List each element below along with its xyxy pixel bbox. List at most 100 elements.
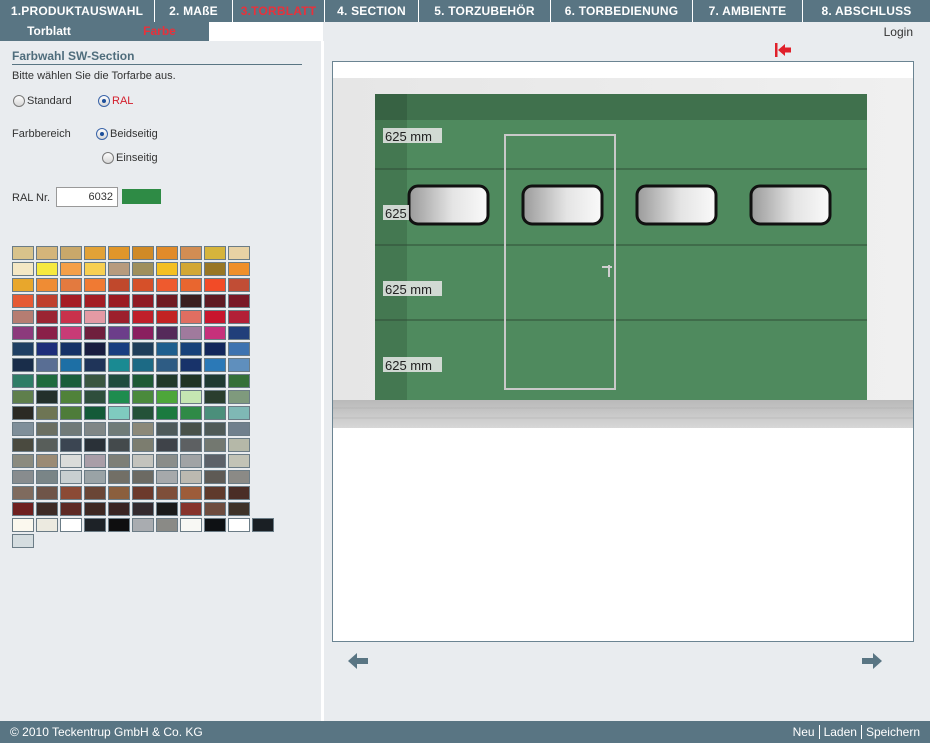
color-swatch[interactable] bbox=[204, 294, 226, 308]
color-swatch[interactable] bbox=[132, 422, 154, 436]
color-swatch[interactable] bbox=[12, 486, 34, 500]
color-swatch[interactable] bbox=[108, 262, 130, 276]
color-swatch[interactable] bbox=[108, 326, 130, 340]
color-swatch[interactable] bbox=[180, 374, 202, 388]
color-swatch[interactable] bbox=[108, 486, 130, 500]
color-swatch[interactable] bbox=[12, 294, 34, 308]
step-tab-1[interactable]: 1.PRODUKTAUSWAHL bbox=[0, 0, 155, 22]
color-swatch[interactable] bbox=[36, 326, 58, 340]
color-swatch[interactable] bbox=[132, 358, 154, 372]
step-tab-3[interactable]: 3.TORBLATT bbox=[233, 0, 325, 22]
color-swatch[interactable] bbox=[156, 454, 178, 468]
color-swatch[interactable] bbox=[156, 358, 178, 372]
color-swatch[interactable] bbox=[60, 262, 82, 276]
color-swatch[interactable] bbox=[84, 246, 106, 260]
color-swatch[interactable] bbox=[84, 422, 106, 436]
color-swatch[interactable] bbox=[36, 374, 58, 388]
tab-farbe[interactable]: Farbe bbox=[110, 22, 209, 41]
color-swatch[interactable] bbox=[156, 518, 178, 532]
color-swatch[interactable] bbox=[228, 454, 250, 468]
color-swatch[interactable] bbox=[252, 518, 274, 532]
color-swatch[interactable] bbox=[12, 438, 34, 452]
color-swatch[interactable] bbox=[12, 342, 34, 356]
color-swatch[interactable] bbox=[132, 374, 154, 388]
color-swatch[interactable] bbox=[84, 278, 106, 292]
color-swatch[interactable] bbox=[156, 390, 178, 404]
color-swatch[interactable] bbox=[36, 422, 58, 436]
color-swatch[interactable] bbox=[108, 422, 130, 436]
color-swatch[interactable] bbox=[84, 262, 106, 276]
color-swatch[interactable] bbox=[36, 342, 58, 356]
color-swatch[interactable] bbox=[108, 454, 130, 468]
step-tab-8[interactable]: 8. ABSCHLUSS bbox=[803, 0, 930, 22]
color-swatch[interactable] bbox=[60, 518, 82, 532]
color-swatch[interactable] bbox=[156, 246, 178, 260]
color-swatch[interactable] bbox=[132, 342, 154, 356]
color-swatch[interactable] bbox=[228, 294, 250, 308]
color-swatch[interactable] bbox=[36, 486, 58, 500]
color-swatch[interactable] bbox=[156, 326, 178, 340]
color-swatch[interactable] bbox=[228, 406, 250, 420]
color-swatch[interactable] bbox=[228, 358, 250, 372]
color-swatch[interactable] bbox=[204, 486, 226, 500]
color-swatch[interactable] bbox=[132, 390, 154, 404]
color-swatch[interactable] bbox=[228, 310, 250, 324]
color-swatch[interactable] bbox=[12, 262, 34, 276]
color-swatch[interactable] bbox=[84, 342, 106, 356]
color-swatch[interactable] bbox=[36, 358, 58, 372]
ral-number-input[interactable] bbox=[56, 187, 118, 207]
color-swatch[interactable] bbox=[228, 262, 250, 276]
color-swatch[interactable] bbox=[84, 518, 106, 532]
color-swatch[interactable] bbox=[108, 406, 130, 420]
radio-beidseitig[interactable]: Beidseitig bbox=[96, 128, 158, 140]
color-swatch[interactable] bbox=[204, 406, 226, 420]
neu-link[interactable]: Neu bbox=[789, 725, 819, 739]
color-swatch[interactable] bbox=[180, 518, 202, 532]
color-swatch[interactable] bbox=[180, 294, 202, 308]
color-swatch[interactable] bbox=[132, 326, 154, 340]
color-swatch[interactable] bbox=[180, 406, 202, 420]
color-swatch[interactable] bbox=[180, 390, 202, 404]
step-tab-2[interactable]: 2. MAßE bbox=[155, 0, 233, 22]
color-swatch[interactable] bbox=[84, 310, 106, 324]
color-swatch[interactable] bbox=[180, 454, 202, 468]
color-swatch[interactable] bbox=[132, 294, 154, 308]
color-swatch[interactable] bbox=[36, 390, 58, 404]
color-swatch[interactable] bbox=[228, 246, 250, 260]
color-swatch[interactable] bbox=[132, 438, 154, 452]
color-swatch[interactable] bbox=[156, 406, 178, 420]
color-swatch[interactable] bbox=[60, 470, 82, 484]
color-swatch[interactable] bbox=[228, 374, 250, 388]
color-swatch[interactable] bbox=[60, 294, 82, 308]
color-swatch[interactable] bbox=[84, 486, 106, 500]
color-swatch[interactable] bbox=[228, 438, 250, 452]
color-swatch[interactable] bbox=[228, 390, 250, 404]
color-swatch[interactable] bbox=[60, 454, 82, 468]
color-swatch[interactable] bbox=[156, 278, 178, 292]
color-swatch[interactable] bbox=[60, 374, 82, 388]
color-swatch[interactable] bbox=[204, 518, 226, 532]
color-swatch[interactable] bbox=[156, 262, 178, 276]
color-swatch[interactable] bbox=[228, 502, 250, 516]
color-swatch[interactable] bbox=[180, 422, 202, 436]
color-swatch[interactable] bbox=[12, 470, 34, 484]
color-swatch[interactable] bbox=[108, 278, 130, 292]
color-swatch[interactable] bbox=[36, 502, 58, 516]
color-swatch[interactable] bbox=[180, 278, 202, 292]
color-swatch[interactable] bbox=[36, 310, 58, 324]
color-swatch[interactable] bbox=[228, 326, 250, 340]
color-swatch[interactable] bbox=[84, 294, 106, 308]
color-swatch[interactable] bbox=[180, 326, 202, 340]
color-swatch[interactable] bbox=[132, 486, 154, 500]
color-swatch[interactable] bbox=[156, 438, 178, 452]
arrow-right-icon[interactable] bbox=[861, 652, 883, 670]
color-swatch[interactable] bbox=[108, 518, 130, 532]
color-swatch[interactable] bbox=[228, 278, 250, 292]
color-swatch[interactable] bbox=[204, 262, 226, 276]
color-swatch[interactable] bbox=[12, 518, 34, 532]
color-swatch[interactable] bbox=[12, 406, 34, 420]
radio-ral[interactable]: RAL bbox=[98, 95, 133, 107]
color-swatch[interactable] bbox=[60, 342, 82, 356]
arrow-left-icon[interactable] bbox=[347, 652, 369, 670]
color-swatch[interactable] bbox=[60, 406, 82, 420]
